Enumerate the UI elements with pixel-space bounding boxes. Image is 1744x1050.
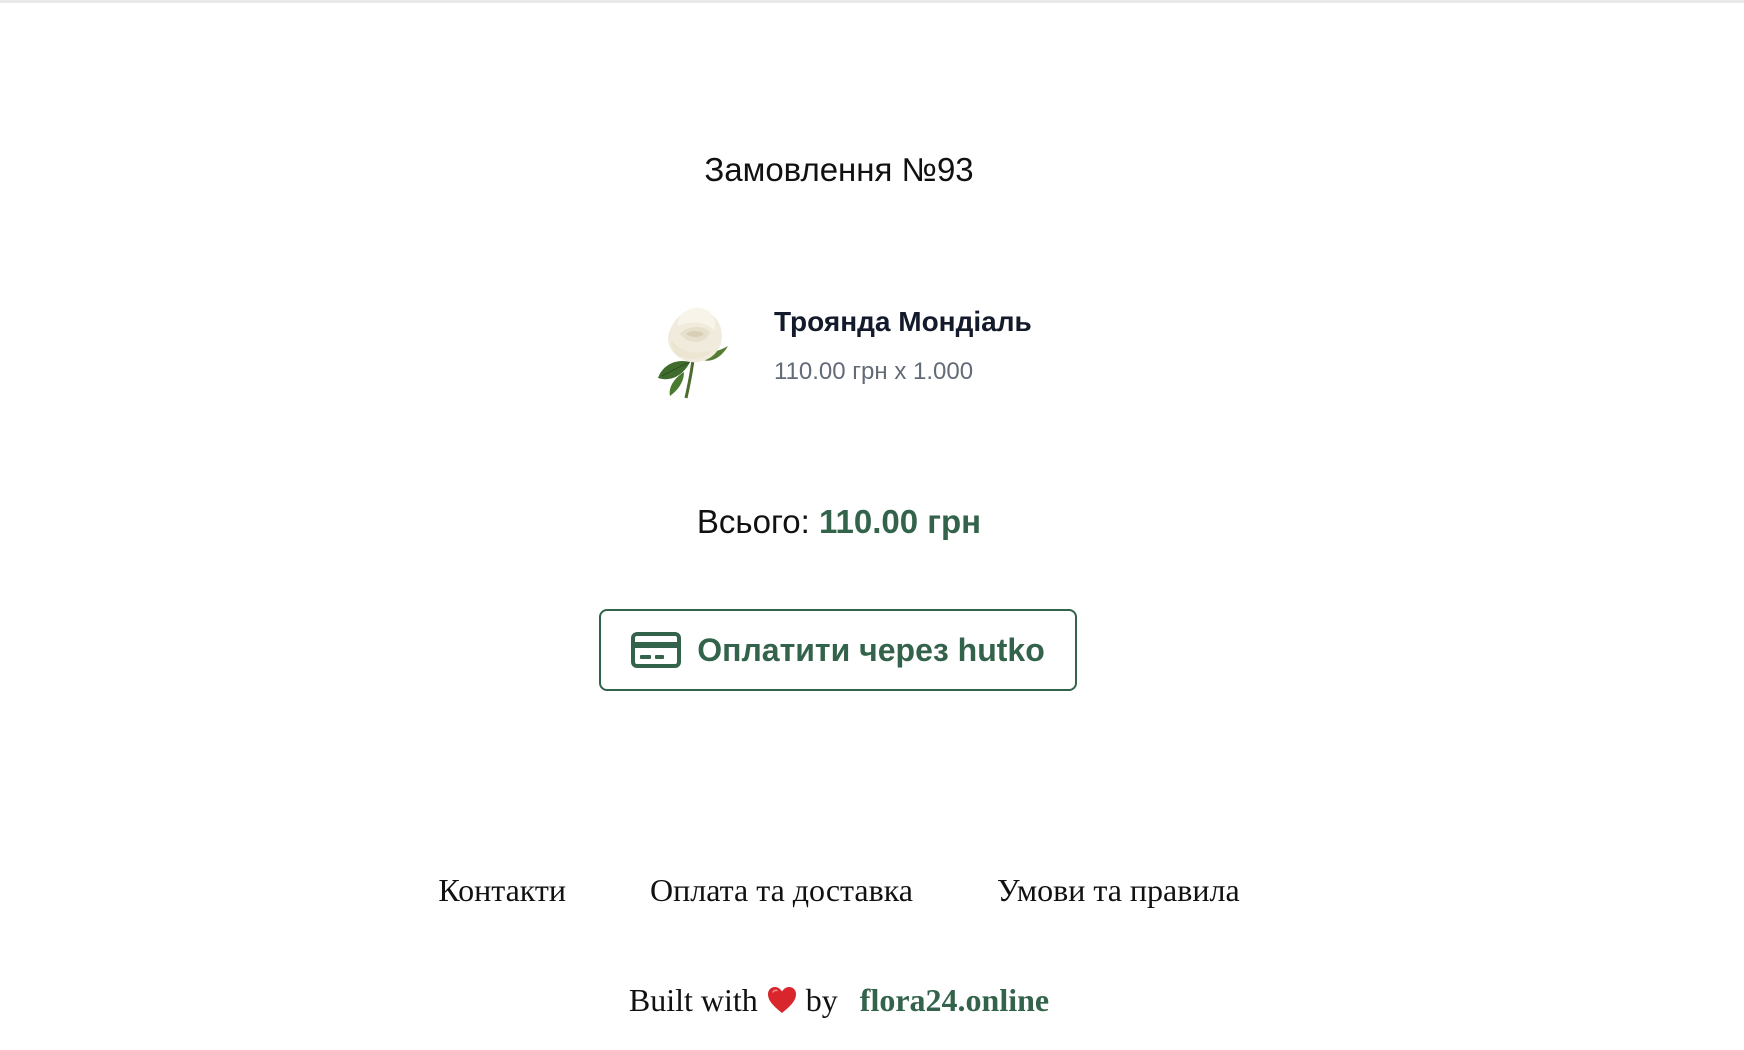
heart-icon (767, 987, 796, 1013)
brand-link[interactable]: flora24.online (860, 982, 1049, 1018)
pay-button-label: Оплатити через hutko (697, 631, 1045, 668)
total-label: Всього: (696, 503, 810, 540)
order-page: Замовлення №93 Троянда Мондіаль 110.00 г… (0, 0, 1744, 1050)
footer-link-contacts[interactable]: Контакти (438, 872, 566, 908)
built-with-text: Built with (628, 982, 758, 1018)
product-price-quantity: 110.00 грн x 1.000 (774, 358, 974, 385)
pay-hutko-button[interactable]: Оплатити через hutko (599, 609, 1077, 691)
footer-link-terms[interactable]: Умови та правила (997, 872, 1240, 908)
built-by-text: by (805, 982, 838, 1018)
order-total: Всього: 110.00 грн (0, 500, 1678, 544)
footer-links: Контакти Оплата та доставка Умови та пра… (0, 870, 1678, 910)
product-name: Троянда Мондіаль (774, 306, 1032, 337)
order-title: Замовлення №93 (704, 151, 974, 188)
white-rose-icon (658, 307, 728, 399)
order-item: Троянда Мондіаль 110.00 грн x 1.000 (650, 300, 1150, 400)
footer-link-payment-delivery[interactable]: Оплата та доставка (650, 872, 913, 908)
total-amount: 110.00 грн (818, 503, 982, 540)
credit-card-icon (631, 632, 682, 668)
built-with-credit: Built with by flora24.online (0, 980, 1678, 1020)
